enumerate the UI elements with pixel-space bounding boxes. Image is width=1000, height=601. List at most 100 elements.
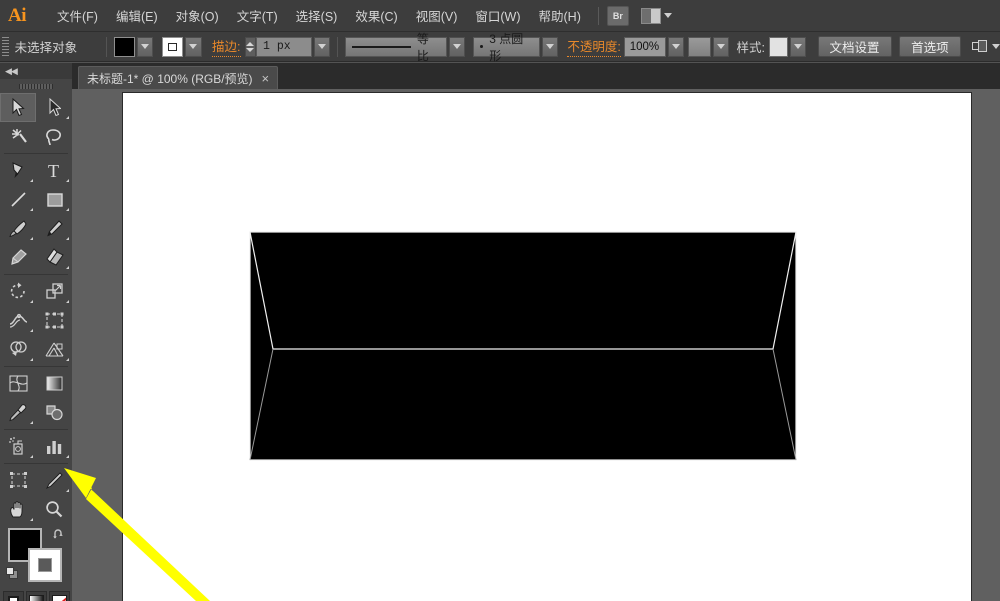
chevron-down-icon[interactable]	[992, 44, 1000, 49]
gradient-tool[interactable]	[36, 369, 72, 398]
swap-fill-stroke-icon[interactable]	[52, 527, 66, 541]
tools-panel-drag-handle[interactable]	[0, 79, 72, 93]
blend-tool[interactable]	[36, 398, 72, 427]
eyedropper-tool[interactable]	[0, 398, 36, 427]
none-button[interactable]	[48, 591, 70, 601]
column-graph-tool[interactable]	[36, 432, 72, 461]
lasso-tool[interactable]	[36, 122, 72, 151]
document-tab[interactable]: 未标题-1* @ 100% (RGB/预览) ×	[78, 66, 279, 89]
opacity-extra-dropdown-button[interactable]	[712, 36, 729, 57]
hand-tool[interactable]	[0, 495, 36, 524]
free-transform-tool[interactable]	[36, 306, 72, 335]
width-tool[interactable]	[0, 306, 36, 335]
close-icon[interactable]: ×	[262, 72, 270, 85]
opacity-dropdown-button[interactable]	[667, 36, 684, 57]
artboard-tool[interactable]	[0, 466, 36, 495]
style-swatch[interactable]	[768, 36, 788, 57]
blob-brush-tool[interactable]	[0, 243, 36, 272]
document-tab-label: 未标题-1* @ 100% (RGB/预览)	[87, 71, 253, 86]
menu-effect[interactable]: 效果(C)	[346, 0, 406, 31]
stepper-up-icon	[246, 41, 255, 46]
illustrator-window: Ai 文件(F) 编辑(E) 对象(O) 文字(T) 选择(S) 效果(C) 视…	[0, 0, 1000, 601]
opacity-label[interactable]: 不透明度:	[567, 36, 621, 57]
tool-divider	[4, 429, 68, 430]
control-bar-drag-handle[interactable]	[2, 36, 9, 57]
stroke-dropdown-button[interactable]	[185, 36, 202, 57]
stroke-swatch-toolbar[interactable]	[28, 548, 62, 582]
style-dropdown-button[interactable]	[789, 36, 807, 57]
stroke-weight-label[interactable]: 描边:	[212, 36, 241, 57]
chevron-down-icon	[452, 44, 461, 49]
tool-divider	[4, 274, 68, 275]
tools-panel-header: ◀◀	[0, 63, 72, 79]
stroke-profile-label: 等比	[416, 31, 429, 63]
menu-window[interactable]: 窗口(W)	[466, 0, 529, 31]
opacity-extra-button[interactable]	[687, 36, 711, 57]
stroke-weight-dropdown-button[interactable]	[314, 36, 331, 57]
mesh-tool[interactable]	[0, 369, 36, 398]
symbol-sprayer-tool[interactable]	[0, 432, 36, 461]
paintbrush-tool[interactable]	[0, 214, 36, 243]
direct-selection-tool[interactable]	[36, 93, 72, 122]
document-setup-button[interactable]: 文档设置	[817, 36, 892, 57]
perspective-grid-tool[interactable]	[36, 335, 72, 364]
control-divider	[105, 36, 107, 57]
chevron-down-icon	[716, 44, 725, 49]
rotate-tool[interactable]	[0, 277, 36, 306]
eraser-tool[interactable]	[36, 243, 72, 272]
color-controls	[0, 526, 72, 588]
tool-grid: T	[0, 93, 72, 524]
opacity-input[interactable]: 100%	[623, 36, 666, 57]
canvas-area[interactable]	[72, 89, 1000, 601]
stroke-swatch[interactable]	[162, 36, 184, 57]
svg-text:T: T	[48, 161, 59, 180]
line-segment-tool[interactable]	[0, 185, 36, 214]
stroke-weight-input[interactable]: 1 px	[256, 36, 313, 57]
control-bar: 未选择对象 描边: 1 px 等比 3 点圆形 不透明度: 100% 样式: 文…	[0, 31, 1000, 63]
pencil-tool[interactable]	[36, 214, 72, 243]
control-divider	[337, 36, 339, 57]
fill-swatch[interactable]	[113, 36, 135, 57]
slice-tool[interactable]	[36, 466, 72, 495]
menu-type[interactable]: 文字(T)	[228, 0, 287, 31]
tool-divider	[4, 366, 68, 367]
envelope-shape[interactable]	[249, 231, 809, 481]
type-tool[interactable]: T	[36, 156, 72, 185]
scale-tool[interactable]	[36, 277, 72, 306]
bridge-icon[interactable]: Br	[606, 5, 629, 26]
none-slash-icon	[51, 595, 67, 601]
shape-builder-tool[interactable]	[0, 335, 36, 364]
chevron-down-icon	[318, 44, 327, 49]
chevron-down-icon	[189, 44, 198, 49]
align-transform-icon[interactable]	[971, 39, 988, 55]
menu-object[interactable]: 对象(O)	[167, 0, 228, 31]
stroke-weight-stepper[interactable]	[244, 36, 257, 57]
magic-wand-tool[interactable]	[0, 122, 36, 151]
brush-definition-select[interactable]: 3 点圆形	[473, 32, 540, 63]
gradient-button[interactable]	[25, 591, 47, 601]
brush-definition-dropdown-button[interactable]	[541, 36, 558, 57]
color-button[interactable]	[2, 591, 24, 601]
default-fill-stroke-icon[interactable]	[6, 567, 21, 582]
rectangle-tool[interactable]	[36, 185, 72, 214]
arrange-documents-icon[interactable]	[640, 7, 672, 24]
selection-status-label: 未选择对象	[14, 41, 78, 55]
solid-color-icon	[7, 596, 19, 601]
chevron-down-icon	[545, 44, 554, 49]
zoom-tool[interactable]	[36, 495, 72, 524]
fill-dropdown-button[interactable]	[136, 36, 153, 57]
menu-view[interactable]: 视图(V)	[407, 0, 467, 31]
selection-tool[interactable]	[0, 93, 36, 122]
pen-tool[interactable]	[0, 156, 36, 185]
menu-edit[interactable]: 编辑(E)	[107, 0, 167, 31]
menu-help[interactable]: 帮助(H)	[530, 0, 590, 31]
menu-file[interactable]: 文件(F)	[48, 0, 107, 31]
stroke-profile-dropdown-button[interactable]	[448, 36, 465, 57]
preferences-button[interactable]: 首选项	[899, 36, 961, 57]
menu-select[interactable]: 选择(S)	[287, 0, 347, 31]
artboard[interactable]	[122, 92, 972, 601]
collapse-panel-icon[interactable]: ◀◀	[5, 66, 18, 77]
stroke-profile-select[interactable]: 等比	[345, 32, 447, 63]
chevron-down-icon	[140, 44, 149, 49]
menu-bar: Ai 文件(F) 编辑(E) 对象(O) 文字(T) 选择(S) 效果(C) 视…	[0, 0, 1000, 31]
